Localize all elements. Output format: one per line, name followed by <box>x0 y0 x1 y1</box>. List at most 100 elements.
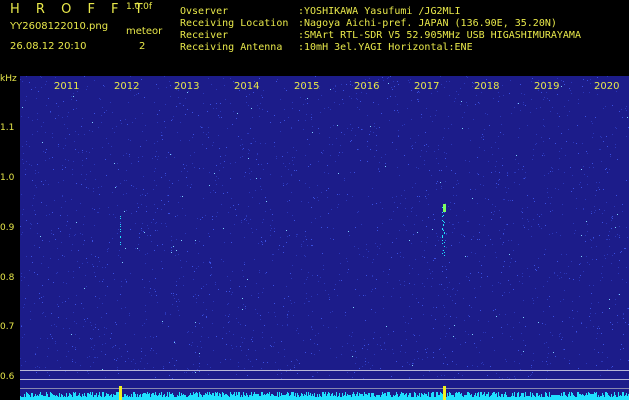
noise-pixel <box>94 209 95 210</box>
meteor-label: meteor <box>126 26 163 37</box>
noise-pixel <box>417 196 418 197</box>
noise-pixel <box>102 303 103 304</box>
noise-pixel <box>170 154 171 155</box>
noise-pixel <box>221 117 222 118</box>
noise-pixel <box>126 153 127 154</box>
noise-pixel <box>364 339 365 340</box>
noise-pixel <box>591 211 592 212</box>
noise-pixel <box>248 349 249 350</box>
noise-pixel <box>41 202 42 203</box>
noise-pixel <box>155 377 156 378</box>
baseline-bar <box>498 392 499 400</box>
noise-pixel <box>251 295 252 296</box>
noise-pixel <box>561 254 562 255</box>
noise-pixel <box>37 223 38 224</box>
noise-pixel <box>246 215 247 216</box>
noise-pixel <box>433 328 434 329</box>
noise-pixel <box>441 84 442 85</box>
baseline-bar <box>369 393 370 400</box>
noise-pixel <box>296 359 297 360</box>
baseline-bar <box>556 395 557 400</box>
noise-pixel <box>488 235 489 236</box>
noise-pixel <box>441 170 442 171</box>
noise-pixel <box>189 344 190 345</box>
noise-pixel <box>248 206 249 207</box>
noise-pixel <box>461 101 462 102</box>
noise-pixel <box>37 131 38 132</box>
noise-pixel <box>465 331 466 332</box>
noise-pixel <box>537 214 538 215</box>
noise-pixel <box>222 338 223 339</box>
meteor-echo <box>120 242 121 243</box>
noise-pixel <box>523 351 524 352</box>
noise-pixel <box>296 236 297 237</box>
noise-pixel <box>201 288 202 289</box>
baseline-bar <box>595 393 596 400</box>
noise-pixel <box>456 184 457 185</box>
noise-pixel <box>378 79 379 80</box>
baseline-bar <box>432 392 433 400</box>
noise-pixel <box>94 225 95 226</box>
noise-pixel <box>428 194 429 195</box>
baseline-bar <box>110 395 111 400</box>
baseline-bar <box>69 393 70 400</box>
noise-pixel <box>481 277 482 278</box>
noise-pixel <box>291 127 292 128</box>
noise-pixel <box>372 188 373 189</box>
header-panel: H R O F F T 1.0.0f YY2608122010.png mete… <box>0 0 629 76</box>
noise-pixel <box>110 338 111 339</box>
noise-pixel <box>426 352 427 353</box>
noise-pixel <box>429 269 430 270</box>
noise-pixel <box>495 171 496 172</box>
noise-pixel <box>251 143 252 144</box>
noise-pixel <box>362 366 363 367</box>
noise-pixel <box>141 351 142 352</box>
noise-pixel <box>433 260 434 261</box>
noise-pixel <box>296 170 297 171</box>
noise-pixel <box>47 338 48 339</box>
noise-pixel <box>548 173 549 174</box>
noise-pixel <box>479 239 480 240</box>
noise-pixel <box>155 223 156 224</box>
noise-pixel <box>603 141 604 142</box>
noise-pixel <box>596 365 597 366</box>
noise-pixel <box>75 234 76 235</box>
noise-pixel <box>261 368 262 369</box>
noise-pixel <box>136 211 137 212</box>
noise-pixel <box>311 114 312 115</box>
noise-pixel <box>231 345 232 346</box>
noise-pixel <box>106 138 107 139</box>
noise-pixel <box>26 161 27 162</box>
noise-pixel <box>547 299 548 300</box>
baseline-bar <box>450 393 451 400</box>
baseline-bar <box>308 392 309 400</box>
noise-pixel <box>48 184 49 185</box>
baseline-bar <box>367 395 368 400</box>
noise-pixel <box>225 99 226 100</box>
baseline-bar <box>103 392 104 400</box>
noise-pixel <box>385 163 386 164</box>
baseline-bar <box>169 392 170 400</box>
noise-pixel <box>57 350 58 351</box>
noise-pixel <box>531 236 532 237</box>
noise-pixel <box>586 256 587 257</box>
x-tick-label: 2012 <box>114 81 140 92</box>
noise-pixel <box>138 157 139 158</box>
baseline-bar <box>522 393 523 400</box>
noise-pixel <box>177 132 178 133</box>
noise-pixel <box>202 127 203 128</box>
baseline-bar <box>584 396 585 400</box>
noise-pixel <box>422 256 423 257</box>
baseline-bar <box>142 394 143 400</box>
noise-pixel <box>581 235 582 236</box>
noise-pixel <box>350 172 351 173</box>
noise-pixel <box>166 226 167 227</box>
noise-pixel <box>483 136 484 137</box>
noise-pixel <box>242 144 243 145</box>
noise-pixel <box>327 165 328 166</box>
noise-pixel <box>75 304 76 305</box>
baseline-bar <box>143 393 144 400</box>
baseline-bar <box>339 393 340 400</box>
noise-pixel <box>414 224 415 225</box>
noise-pixel <box>585 241 586 242</box>
